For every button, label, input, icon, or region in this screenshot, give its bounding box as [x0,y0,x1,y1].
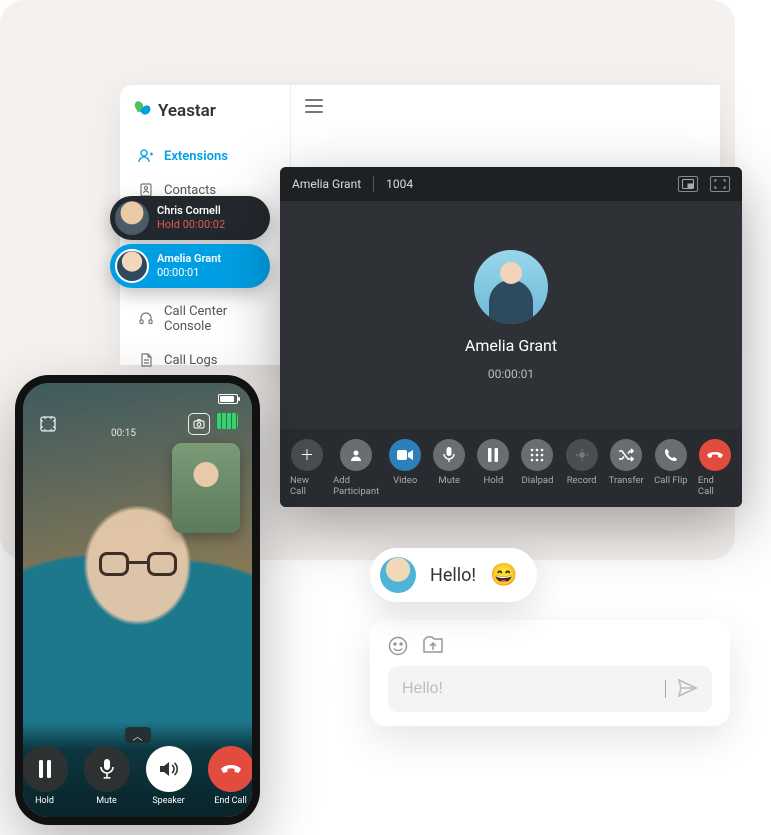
headset-icon [138,311,154,327]
pause-icon [23,746,68,792]
glasses-overlay [99,552,177,576]
nav-label-extensions: Extensions [164,149,228,164]
video-feed-remote[interactable] [172,443,240,533]
text-cursor [665,680,666,698]
phone-speaker-button[interactable]: Speaker [146,746,192,806]
expand-icon[interactable] [37,413,59,435]
emoji-smile-icon: 😄 [490,563,517,588]
ctrl-label: Video [393,475,417,486]
phone-timer: 00:15 [101,428,147,439]
phone-mute-button[interactable]: Mute [84,746,130,806]
avatar [115,249,149,283]
ctrl-label: Mute [438,475,460,486]
call-display-name: Amelia Grant [465,336,557,355]
call-timer: 00:00:01 [488,367,534,381]
call-panel-body: Amelia Grant 00:00:01 [280,201,742,429]
chat-composer [370,620,730,726]
person-icon [340,439,372,471]
chat-input-field[interactable] [388,666,712,712]
ctrl-label: End Call [698,475,732,497]
pause-icon [477,439,509,471]
hangup-icon [208,746,253,792]
ctrl-label: Mute [96,796,117,806]
controls-handle[interactable]: ︿ [125,727,151,743]
avatar [474,250,548,324]
brand-name: Yeastar [158,101,216,121]
end-call-button[interactable]: End Call [698,439,732,497]
call-header-ext: 1004 [386,177,413,191]
ctrl-label: Add Participant [333,475,379,497]
camera-switch-icon[interactable] [188,413,210,435]
chat-message: Hello! 😄 [370,548,537,602]
ctrl-label: New Call [290,475,324,497]
new-call-button: ＋ New Call [290,439,324,497]
video-icon [389,439,421,471]
ctrl-label: Record [567,475,597,486]
video-button[interactable]: Video [388,439,422,497]
nav-label-call-logs: Call Logs [164,353,218,368]
brand-logo: Yeastar [132,101,278,121]
document-icon [138,352,154,368]
hold-button[interactable]: Hold [476,439,510,497]
dialpad-button[interactable]: Dialpad [520,439,554,497]
shuffle-icon [610,439,642,471]
phone-hold-button[interactable]: Hold [23,746,68,806]
ctrl-label: End Call [214,796,247,806]
mute-button[interactable]: Mute [432,439,466,497]
call-header-name: Amelia Grant [292,177,361,191]
chip-caller-name: Chris Cornell [157,204,225,218]
call-flip-button[interactable]: Call Flip [654,439,688,497]
avatar [115,201,149,235]
hangup-icon [699,439,731,471]
phone-end-call-button[interactable]: End Call [208,746,253,806]
ctrl-label: Transfer [609,475,644,486]
microphone-icon [84,746,130,792]
phone-flip-icon [655,439,687,471]
record-button: Record [565,439,599,497]
yeastar-logo-icon [132,101,152,121]
chat-text-input[interactable] [402,680,653,698]
call-chip-active[interactable]: Amelia Grant 00:00:01 [110,244,270,288]
fullscreen-button[interactable] [710,176,730,192]
chip-caller-name: Amelia Grant [157,252,221,266]
battery-icon [218,394,238,404]
nav-call-logs[interactable]: Call Logs [132,343,278,377]
chat-message-text: Hello! [430,565,476,586]
microphone-icon [433,439,465,471]
ctrl-label: Dialpad [522,475,554,486]
chip-timer: 00:00:01 [157,266,221,280]
user-icon [138,148,154,164]
nav-label-call-center: Call Center Console [164,304,272,334]
nav-extensions[interactable]: Extensions [132,139,278,173]
signal-strength-icon [216,413,238,429]
dialpad-icon [521,439,553,471]
call-panel-header: Amelia Grant 1004 [280,167,742,201]
nav-call-center[interactable]: Call Center Console [132,295,278,343]
phone-screen: 11:11 Michael 00:15 [23,383,252,817]
send-icon[interactable] [676,677,698,699]
add-participant-button[interactable]: Add Participant [334,439,378,497]
ctrl-label: Speaker [152,796,184,806]
avatar [380,557,416,593]
ctrl-label: Hold [483,475,503,486]
record-icon [566,439,598,471]
call-chip-hold[interactable]: Chris Cornell Hold 00:00:02 [110,196,270,240]
menu-toggle-icon[interactable] [305,99,323,113]
attachment-icon[interactable] [422,636,444,656]
ctrl-label: Call Flip [654,475,688,486]
phone-controls: ︿ Hold Mute Speaker [23,721,252,817]
transfer-button[interactable]: Transfer [609,439,644,497]
emoji-picker-icon[interactable] [388,636,408,656]
call-controls: ＋ New Call Add Participant Video Mute [280,429,742,507]
ctrl-label: Hold [35,796,54,806]
call-panel: Amelia Grant 1004 Amelia Grant 00:00:01 … [280,167,742,507]
plus-icon: ＋ [291,439,323,471]
speaker-icon [146,746,192,792]
pip-button[interactable] [678,176,698,192]
chip-hold-status: Hold 00:00:02 [157,218,225,232]
mobile-phone: 11:11 Michael 00:15 [15,375,260,825]
